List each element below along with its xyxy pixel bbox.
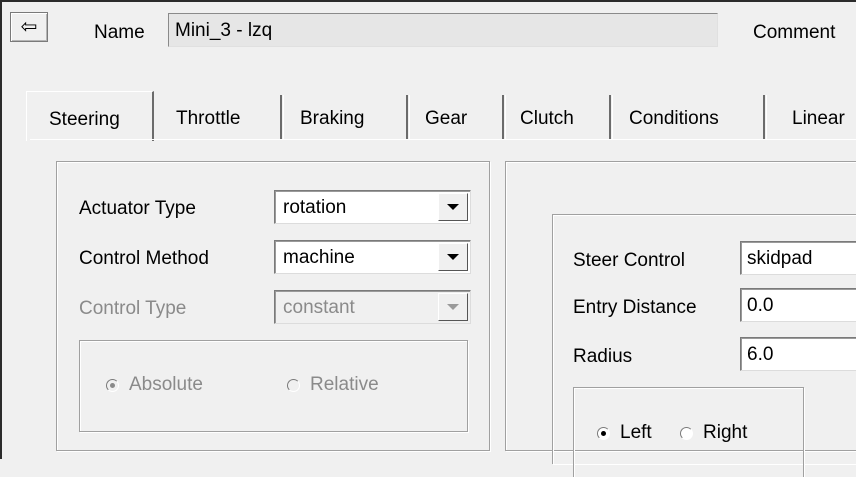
tab-bar: Steering Throttle Braking Gear Clutch Co…	[26, 91, 856, 141]
radio-unselected-icon	[680, 426, 693, 440]
control-type-select: constant	[274, 290, 471, 324]
tab-underline	[30, 139, 856, 140]
back-arrow-icon: ⇦	[20, 16, 38, 38]
right-radio[interactable]: Right	[680, 422, 747, 444]
name-field[interactable]: Mini_3 - lzq	[168, 13, 718, 47]
tab-conditions[interactable]: Conditions	[611, 95, 767, 139]
window-frame-top	[0, 0, 856, 2]
back-button[interactable]: ⇦	[10, 12, 48, 42]
left-radio[interactable]: Left	[597, 422, 652, 444]
tab-throttle[interactable]: Throttle	[154, 95, 284, 139]
control-group: Steer Control skidpad Entry Distance 0.0…	[505, 161, 856, 477]
comment-label: Comment	[753, 22, 836, 43]
steer-control-label: Steer Control	[573, 250, 685, 271]
radio-selected-icon	[597, 426, 610, 440]
steer-control-select[interactable]: skidpad	[740, 241, 856, 275]
tab-clutch[interactable]: Clutch	[504, 95, 613, 139]
tab-gear[interactable]: Gear	[408, 95, 506, 139]
radio-unselected-icon	[287, 378, 300, 392]
actuator-type-select[interactable]: rotation	[274, 190, 471, 224]
control-method-label: Control Method	[79, 248, 209, 269]
entry-distance-label: Entry Distance	[573, 297, 697, 318]
radius-label: Radius	[573, 346, 633, 367]
control-type-label: Control Type	[79, 298, 187, 319]
chevron-down-icon	[438, 293, 468, 321]
skidpad-group: Steer Control skidpad Entry Distance 0.0…	[552, 214, 856, 477]
actuator-group: Actuator Type rotation Control Method ma…	[56, 161, 490, 451]
tab-linear[interactable]: Linear	[765, 95, 856, 139]
absolute-radio: Absolute	[106, 374, 203, 396]
chevron-down-icon	[438, 243, 468, 271]
window-frame-left	[0, 0, 2, 459]
name-label: Name	[94, 22, 145, 43]
tab-steering[interactable]: Steering	[26, 91, 154, 141]
tab-braking[interactable]: Braking	[282, 95, 410, 139]
radio-selected-icon	[106, 378, 119, 392]
chevron-down-icon	[438, 193, 468, 221]
relative-radio: Relative	[287, 374, 379, 396]
radius-field[interactable]: 6.0	[740, 337, 856, 371]
entry-distance-field[interactable]: 0.0	[740, 288, 856, 322]
direction-radio-group: Left Right	[573, 387, 804, 477]
actuator-type-label: Actuator Type	[79, 198, 196, 219]
reference-radio-group: Absolute Relative	[79, 340, 468, 432]
control-method-select[interactable]: machine	[274, 240, 471, 274]
